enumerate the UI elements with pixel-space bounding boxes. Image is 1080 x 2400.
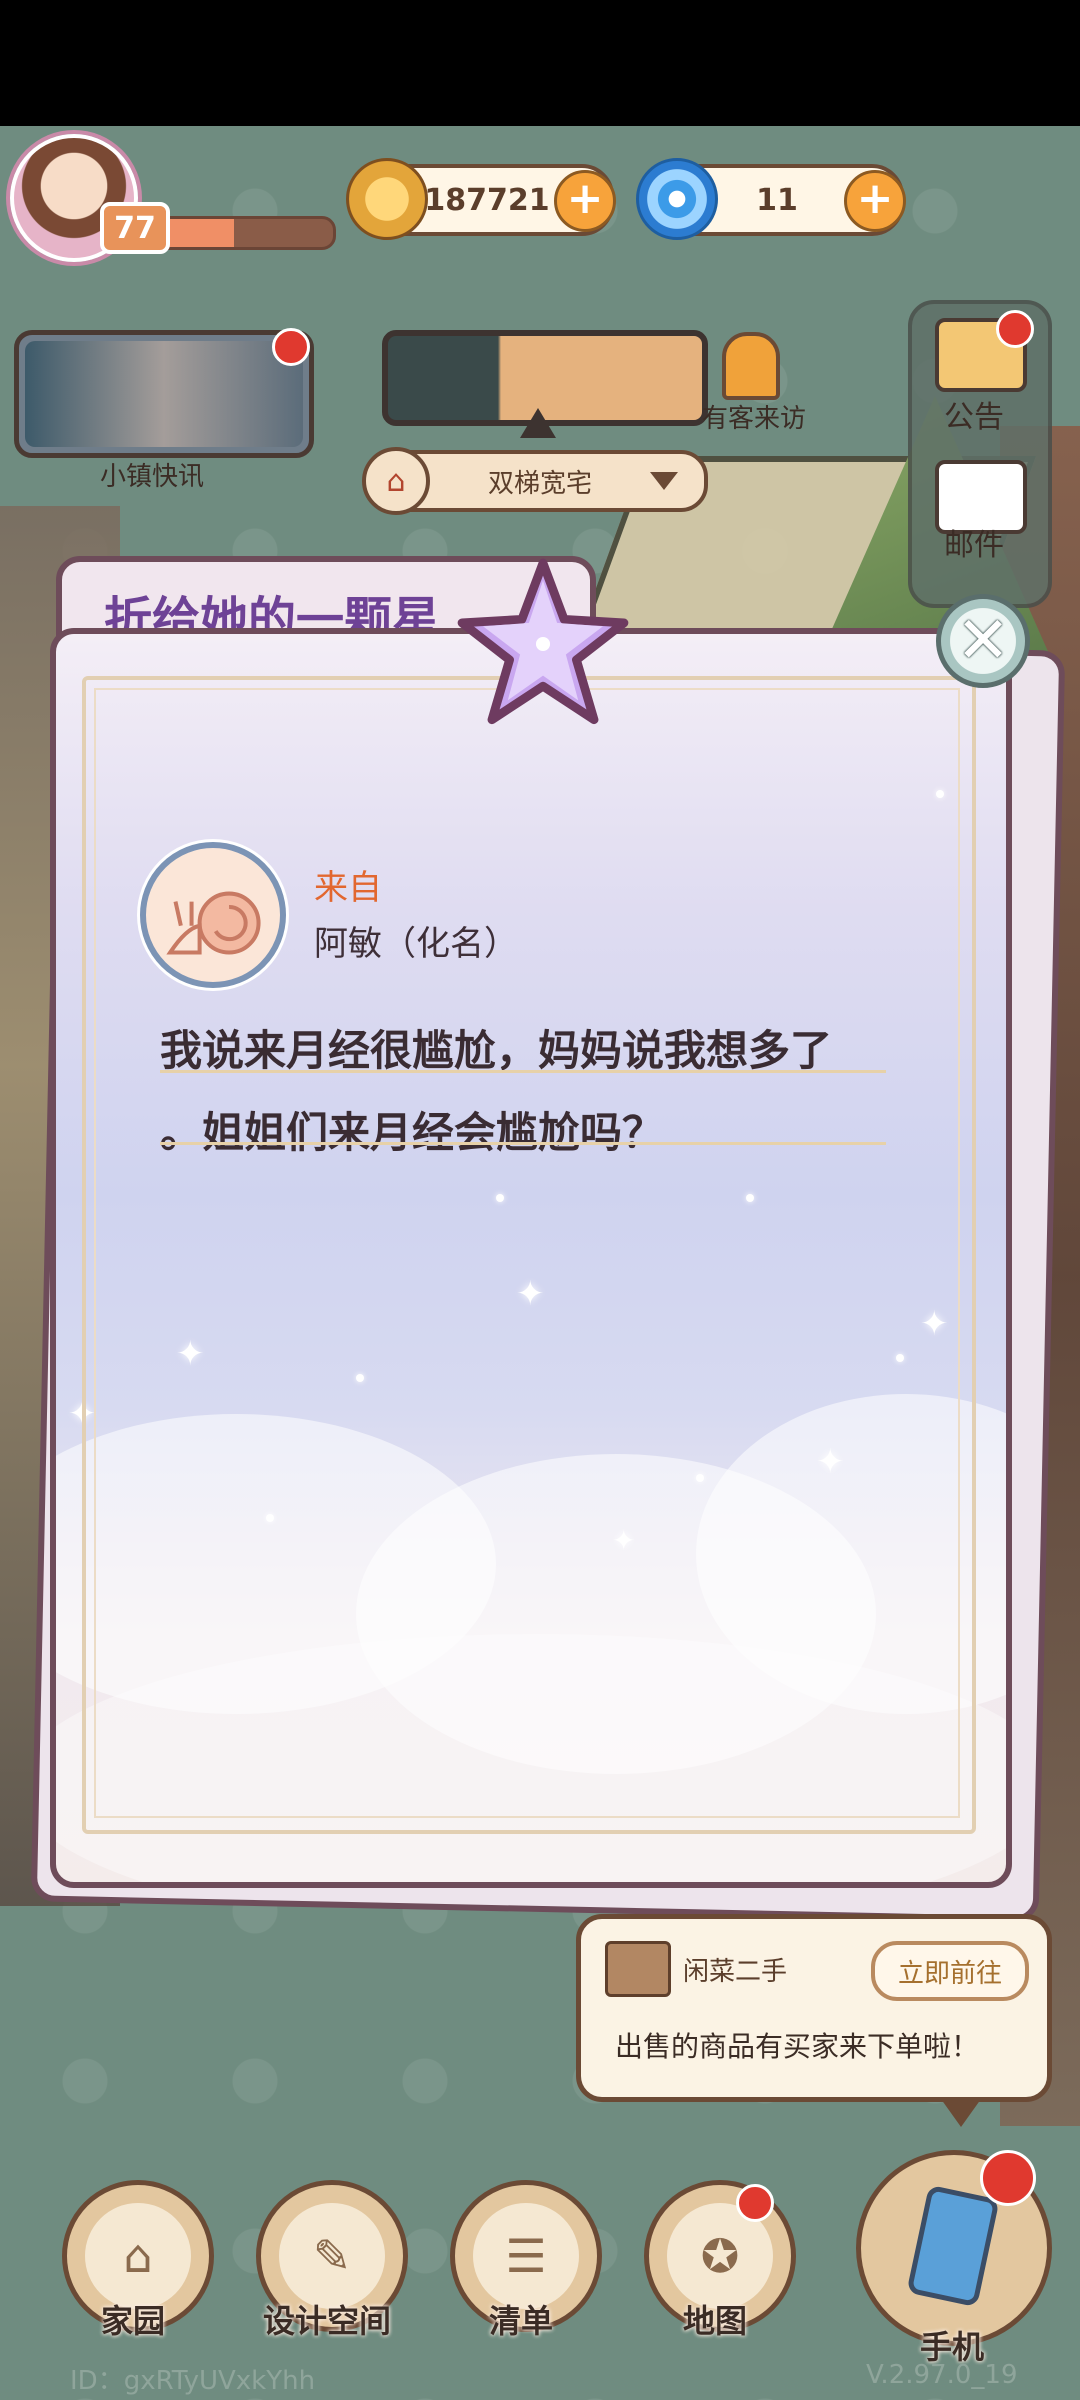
message-underline [160, 1142, 886, 1145]
mail-label[interactable]: 邮件 [944, 520, 1004, 564]
swirl-gem-icon [636, 158, 718, 240]
ruler-pencil-icon: ✎ [279, 2203, 385, 2309]
nav-map-label[interactable]: 地图 [615, 2296, 815, 2342]
snail-avatar-icon [140, 842, 286, 988]
notification-bubble[interactable]: 闲菜二手 立即前往 出售的商品有买家来下单啦！ [576, 1914, 1052, 2127]
message-line-2: 。姐姐们来月经会尴尬吗？ [160, 1108, 665, 1157]
nav-home-label[interactable]: 家园 [33, 2296, 233, 2342]
player-id: ID：gxRTyUVxkYhh [70, 2366, 316, 2396]
map-notification-dot [736, 2184, 774, 2222]
phone-icon [906, 2184, 1000, 2308]
news-label: 小镇快讯 [100, 462, 205, 492]
house-icon: ⌂ [362, 447, 430, 515]
message-line-1: 我说来月经很尴尬，妈妈说我想多了 [160, 1026, 833, 1075]
visitor-label[interactable]: 有客来访 [702, 398, 806, 435]
message-underline [160, 1070, 886, 1073]
news-thumbnail [25, 341, 303, 447]
add-coins-button[interactable]: + [554, 170, 616, 232]
add-gems-button[interactable]: + [844, 170, 906, 232]
phone-notification-dot [980, 2150, 1036, 2206]
level-badge: 77 [100, 202, 170, 254]
xp-bar [150, 216, 336, 250]
chevron-down-icon [650, 472, 678, 490]
house-name: 双梯宽宅 [487, 468, 592, 499]
close-button[interactable]: ✕ [936, 594, 1030, 688]
sender-name: 阿敏（化名） [314, 924, 518, 964]
notification-body: 出售的商品有买家来下单啦！ [615, 2030, 980, 2063]
message-text: 我说来月经很尴尬，妈妈说我想多了 。姐姐们来月经会尴尬吗？ [160, 1010, 890, 1174]
town-news-button[interactable] [14, 330, 314, 458]
house-selector[interactable]: ⌂ 双梯宽宅 [362, 447, 708, 515]
bell-icon[interactable] [722, 332, 780, 400]
notice-notification-dot [996, 310, 1034, 348]
nav-list-label[interactable]: 清单 [421, 2296, 621, 2342]
coin-counter: 187721 + [346, 158, 616, 240]
gem-counter: 11 + [636, 158, 906, 240]
goto-button[interactable]: 立即前往 [871, 1941, 1029, 2001]
notification-app-name: 闲菜二手 [683, 1957, 788, 1987]
star-icon [457, 558, 629, 725]
time-pointer-icon [520, 408, 556, 438]
version-label: V.2.97.0_19 [866, 2360, 1018, 2390]
checklist-icon: ☰ [473, 2203, 579, 2309]
notice-label[interactable]: 公告 [944, 392, 1004, 436]
house-icon: ⌂ [85, 2203, 191, 2309]
from-label: 来自 [314, 868, 382, 908]
nav-design-label[interactable]: 设计空间 [227, 2296, 427, 2342]
coin-icon [346, 158, 428, 240]
shop-box-icon [605, 1941, 671, 1997]
news-notification-dot [272, 328, 310, 366]
